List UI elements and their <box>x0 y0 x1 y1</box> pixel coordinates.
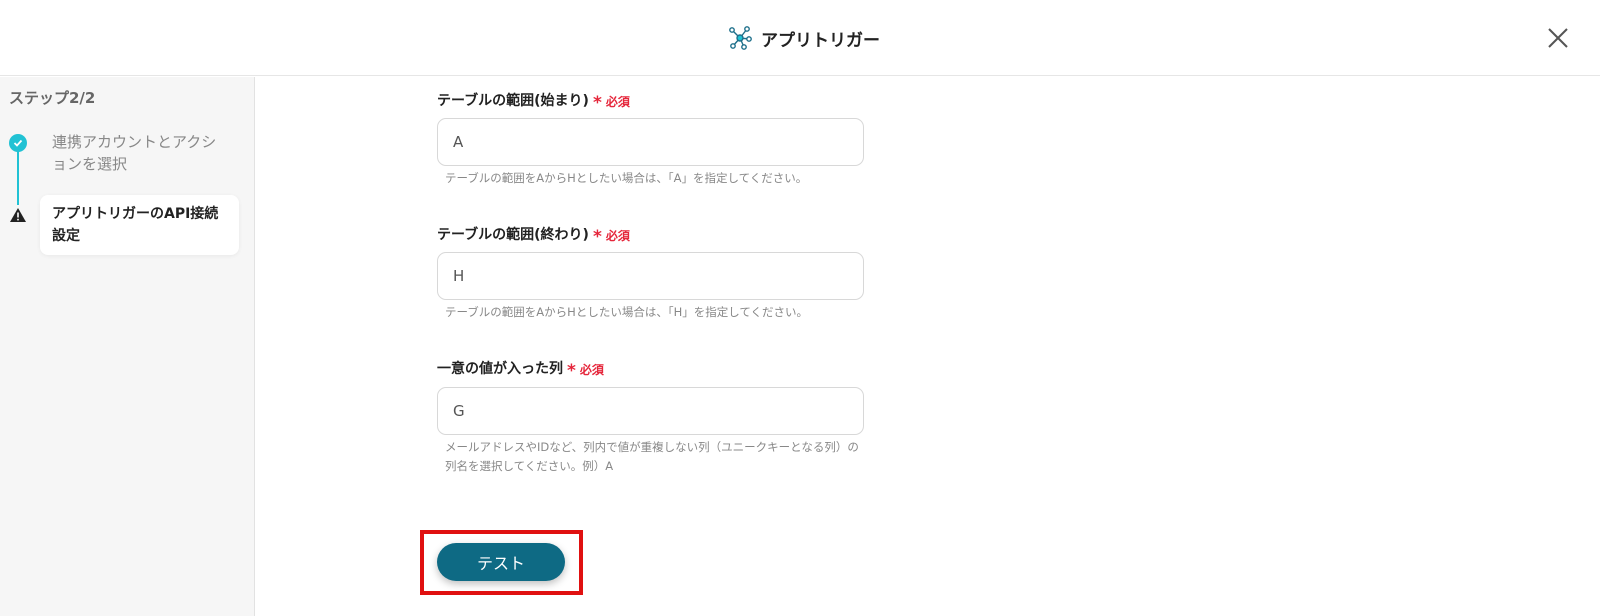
warning-icon <box>10 208 26 222</box>
step-counter: ステップ2/2 <box>9 89 96 107</box>
range-start-input[interactable] <box>437 118 864 166</box>
check-circle-icon <box>9 134 27 152</box>
step-item-label: アプリトリガーのAPI接続設定 <box>52 206 219 244</box>
page-title: アプリトリガー <box>761 30 880 51</box>
range-end-help: テーブルの範囲をAからHとしたい場合は、「H」を指定してください。 <box>445 305 809 319</box>
required-badge: 必須 <box>579 362 604 377</box>
unique-column-help: メールアドレスやIDなど、列内で値が重複しない列（ユニークキーとなる列）の列名を… <box>445 440 859 473</box>
step-item-api-settings[interactable]: アプリトリガーのAPI接続設定 <box>40 195 239 255</box>
field-label-range-start: テーブルの範囲(始まり) * 必須 <box>437 90 630 113</box>
modal-header: アプリトリガー <box>0 0 1600 76</box>
step-item-select-account[interactable]: 連携アカウントとアクションを選択 <box>52 131 227 175</box>
close-icon[interactable] <box>1544 24 1572 52</box>
required-asterisk: * <box>592 227 602 247</box>
step-connector <box>17 145 19 205</box>
range-start-help: テーブルの範囲をAからHとしたい場合は、「A」を指定してください。 <box>445 171 808 185</box>
network-nodes-icon <box>729 26 752 50</box>
field-label-text: 一意の値が入った列 <box>437 361 563 377</box>
required-asterisk: * <box>567 361 576 381</box>
header-title-group: アプリトリガー <box>727 24 880 52</box>
field-label-text: テーブルの範囲(始まり) <box>437 93 589 109</box>
test-button[interactable]: テスト <box>437 543 565 581</box>
field-label-text: テーブルの範囲(終わり) <box>437 227 589 243</box>
range-end-input[interactable] <box>437 252 864 300</box>
field-label-range-end: テーブルの範囲(終わり) * 必須 <box>437 224 630 247</box>
step-sidebar: ステップ2/2 連携アカウントとアクションを選択 アプリトリガーのAPI接続設定 <box>0 77 255 616</box>
field-label-unique-column: 一意の値が入った列 * 必須 <box>437 358 604 381</box>
required-badge: 必須 <box>605 228 630 243</box>
unique-column-input[interactable] <box>437 387 864 435</box>
required-badge: 必須 <box>605 94 630 109</box>
required-asterisk: * <box>592 93 602 113</box>
